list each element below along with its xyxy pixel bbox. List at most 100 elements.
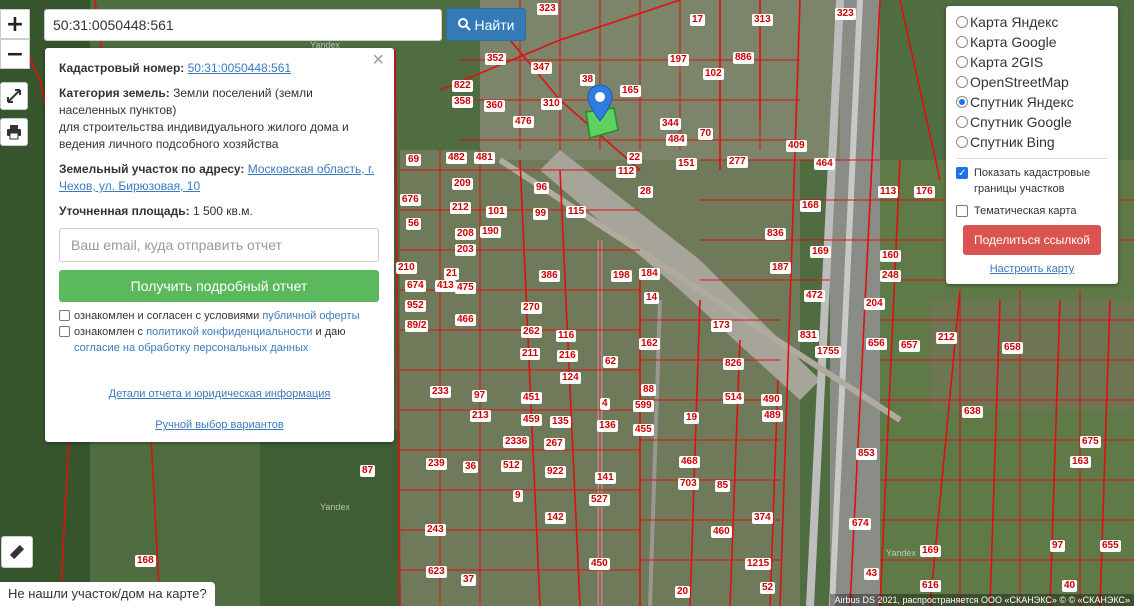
plot-number-label[interactable]: 102: [703, 68, 724, 80]
plot-number-label[interactable]: 168: [800, 200, 821, 212]
plot-number-label[interactable]: 248: [880, 270, 901, 282]
plot-number-label[interactable]: 490: [761, 394, 782, 406]
plot-number-label[interactable]: 163: [1070, 456, 1091, 468]
plot-number-label[interactable]: 358: [452, 96, 473, 108]
zoom-out-button[interactable]: −: [0, 39, 30, 69]
plot-number-label[interactable]: 17: [690, 14, 706, 26]
plot-number-label[interactable]: 56: [406, 218, 422, 230]
plot-number-label[interactable]: 952: [405, 300, 426, 312]
plot-number-label[interactable]: 655: [1100, 540, 1121, 552]
plot-number-label[interactable]: 464: [814, 158, 835, 170]
plot-number-label[interactable]: 204: [864, 298, 885, 310]
plot-number-label[interactable]: 656: [866, 338, 887, 350]
plot-number-label[interactable]: 213: [470, 410, 491, 422]
plot-number-label[interactable]: 96: [534, 182, 550, 194]
plot-number-label[interactable]: 675: [1080, 436, 1101, 448]
plot-number-label[interactable]: 344: [660, 118, 681, 130]
plot-number-label[interactable]: 101: [486, 206, 507, 218]
plot-number-label[interactable]: 270: [521, 302, 542, 314]
plot-number-label[interactable]: 187: [770, 262, 791, 274]
plot-number-label[interactable]: 262: [521, 326, 542, 338]
plot-number-label[interactable]: 211: [520, 348, 541, 360]
plot-number-label[interactable]: 836: [765, 228, 786, 240]
ruler-button[interactable]: [1, 536, 33, 568]
plot-number-label[interactable]: 116: [556, 330, 577, 342]
plot-number-label[interactable]: 853: [856, 448, 877, 460]
privacy-policy-link[interactable]: политикой конфиденциальности: [146, 326, 312, 338]
layer-radio[interactable]: [956, 116, 968, 128]
layer-radio[interactable]: [956, 96, 968, 108]
plot-number-label[interactable]: 657: [899, 340, 920, 352]
report-details-link[interactable]: Детали отчета и юридическая информация: [109, 388, 331, 400]
plot-number-label[interactable]: 476: [513, 116, 534, 128]
plot-number-label[interactable]: 455: [633, 424, 654, 436]
layer-radio[interactable]: [956, 16, 968, 28]
plot-number-label[interactable]: 831: [798, 330, 819, 342]
plot-number-label[interactable]: 176: [914, 186, 935, 198]
plot-number-label[interactable]: 374: [752, 512, 773, 524]
plot-number-label[interactable]: 450: [589, 558, 610, 570]
plot-number-label[interactable]: 323: [537, 3, 558, 15]
layer-radio[interactable]: [956, 36, 968, 48]
plot-number-label[interactable]: 472: [804, 290, 825, 302]
plot-number-label[interactable]: 277: [727, 156, 748, 168]
plot-number-label[interactable]: 173: [711, 320, 732, 332]
plot-number-label[interactable]: 267: [544, 438, 565, 450]
get-report-button[interactable]: Получить подробный отчет: [59, 270, 379, 302]
plot-number-label[interactable]: 197: [668, 54, 689, 66]
location-marker-icon[interactable]: [587, 84, 613, 122]
plot-number-label[interactable]: 489: [762, 410, 783, 422]
plot-number-label[interactable]: 14: [644, 292, 660, 304]
show-cadastral-toggle[interactable]: Показать кадастровые границы участков: [956, 165, 1108, 197]
plot-number-label[interactable]: 142: [545, 512, 566, 524]
plot-number-label[interactable]: 352: [485, 53, 506, 65]
plot-number-label[interactable]: 169: [810, 246, 831, 258]
plot-number-label[interactable]: 37: [461, 574, 477, 586]
plot-number-label[interactable]: 459: [521, 414, 542, 426]
plot-number-label[interactable]: 386: [539, 270, 560, 282]
plot-number-label[interactable]: 233: [430, 386, 451, 398]
plot-number-label[interactable]: 88: [641, 384, 657, 396]
plot-number-label[interactable]: 323: [835, 8, 856, 20]
plot-number-label[interactable]: 512: [501, 460, 522, 472]
plot-number-label[interactable]: 115: [566, 206, 587, 218]
close-icon[interactable]: ×: [372, 50, 384, 70]
plot-number-label[interactable]: 4: [600, 398, 610, 410]
plot-number-label[interactable]: 28: [638, 186, 654, 198]
layer-option[interactable]: Карта Google: [956, 32, 1108, 52]
thematic-checkbox[interactable]: [956, 205, 968, 217]
plot-number-label[interactable]: 162: [639, 338, 660, 350]
configure-map-link[interactable]: Настроить карту: [956, 263, 1108, 275]
cad-number-link[interactable]: 50:31:0050448:561: [188, 61, 291, 75]
layer-option[interactable]: Спутник Bing: [956, 132, 1108, 152]
plot-number-label[interactable]: 212: [450, 202, 471, 214]
plot-number-label[interactable]: 209: [452, 178, 473, 190]
plot-number-label[interactable]: 409: [786, 140, 807, 152]
plot-number-label[interactable]: 527: [589, 494, 610, 506]
plot-number-label[interactable]: 99: [533, 208, 549, 220]
cadastral-checkbox[interactable]: [956, 166, 968, 182]
plot-number-label[interactable]: 184: [639, 268, 660, 280]
plot-number-label[interactable]: 89/2: [405, 320, 429, 332]
plot-number-label[interactable]: 674: [850, 518, 871, 530]
plot-number-label[interactable]: 87: [360, 465, 376, 477]
plot-number-label[interactable]: 481: [474, 152, 495, 164]
plot-number-label[interactable]: 826: [723, 358, 744, 370]
plot-number-label[interactable]: 599: [633, 400, 654, 412]
search-button[interactable]: Найти: [446, 8, 526, 41]
plot-number-label[interactable]: 1755: [815, 346, 842, 358]
plot-number-label[interactable]: 658: [1002, 342, 1023, 354]
plot-number-label[interactable]: 475: [455, 282, 476, 294]
plot-number-label[interactable]: 40: [1062, 580, 1078, 592]
layer-radio[interactable]: [956, 136, 968, 148]
layer-radio[interactable]: [956, 56, 968, 68]
plot-number-label[interactable]: 141: [595, 472, 616, 484]
plot-number-label[interactable]: 113: [878, 186, 899, 198]
privacy-checkbox[interactable]: [59, 326, 70, 337]
plot-number-label[interactable]: 124: [560, 372, 581, 384]
plot-number-label[interactable]: 190: [480, 226, 501, 238]
thematic-map-toggle[interactable]: Тематическая карта: [956, 203, 1108, 219]
search-input[interactable]: 50:31:0050448:561: [44, 9, 442, 41]
plot-number-label[interactable]: 165: [620, 85, 641, 97]
plot-number-label[interactable]: 97: [1050, 540, 1066, 552]
